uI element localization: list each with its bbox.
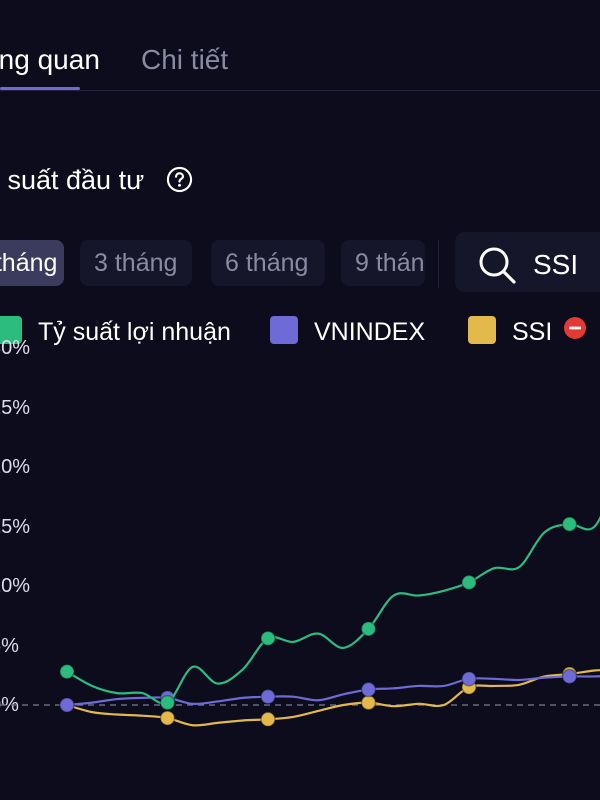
- tab-divider: [0, 90, 600, 91]
- data-point[interactable]: [59, 663, 75, 680]
- tab-overview[interactable]: Tổng quan: [0, 42, 100, 78]
- series-line-vnindex: [66, 675, 600, 707]
- data-point[interactable]: [561, 516, 578, 532]
- data-point[interactable]: [360, 621, 377, 637]
- data-point[interactable]: [260, 688, 276, 705]
- question-circle-icon[interactable]: [166, 166, 193, 193]
- tab-bar: Tổng quan Chi tiết: [0, 0, 600, 92]
- series-line-t-su-t-l-i-nhu-n: [66, 515, 600, 705]
- data-point[interactable]: [159, 710, 176, 726]
- legend-label-return[interactable]: Tỷ suất lợi nhuận: [38, 315, 231, 349]
- data-point[interactable]: [561, 668, 578, 685]
- period-1-month-button[interactable]: 1 tháng: [0, 240, 64, 286]
- section-title: Tỷ suất đầu tư: [0, 165, 145, 195]
- data-point[interactable]: [461, 574, 477, 591]
- app-screen: Tổng quan Chi tiết Tỷ suất đầu tư 1 thán…: [0, 0, 600, 800]
- return-chart: [0, 515, 600, 728]
- period-9-month-button[interactable]: 9 tháng: [341, 240, 425, 286]
- tab-details[interactable]: Chi tiết: [141, 42, 228, 78]
- data-point[interactable]: [360, 694, 377, 711]
- pills-divider: [438, 240, 439, 288]
- minus-circle-icon[interactable]: [564, 317, 586, 339]
- data-point[interactable]: [260, 711, 276, 728]
- legend-label-ssi[interactable]: SSI: [512, 315, 552, 349]
- data-point[interactable]: [59, 697, 75, 713]
- legend-swatch-ssi[interactable]: [468, 316, 496, 344]
- search-value[interactable]: SSI: [533, 248, 578, 282]
- legend-label-vnindex[interactable]: VNINDEX: [314, 315, 425, 349]
- data-point[interactable]: [159, 694, 176, 711]
- data-point[interactable]: [461, 671, 477, 687]
- data-point[interactable]: [360, 681, 377, 698]
- period-3-month-button[interactable]: 3 tháng: [80, 240, 192, 286]
- data-point[interactable]: [260, 630, 276, 647]
- legend-swatch-vnindex[interactable]: [270, 316, 298, 344]
- search-icon: [479, 247, 516, 284]
- period-6-month-button[interactable]: 6 tháng: [211, 240, 325, 286]
